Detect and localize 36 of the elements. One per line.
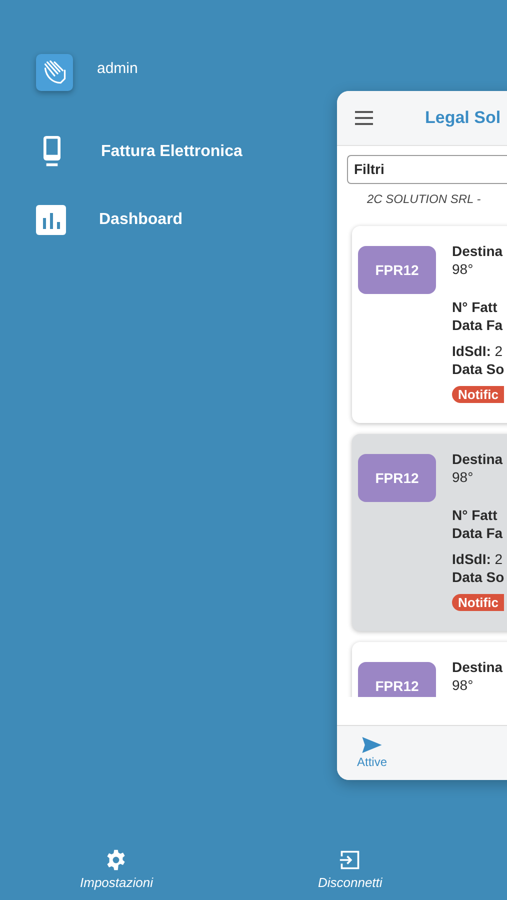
- card-text: IdSdI: 2: [452, 342, 504, 360]
- invoice-card[interactable]: FPR12 Destina 98°: [352, 642, 507, 697]
- send-icon: [362, 737, 382, 753]
- menu-item[interactable]: Fattura Elettronica: [101, 143, 242, 161]
- company-name: 2C SOLUTION SRL -: [367, 192, 482, 206]
- card-text: Destina: [452, 658, 503, 676]
- app-title: Legal Sol: [425, 108, 501, 128]
- status-tag: Notific: [452, 386, 504, 403]
- footer-button[interactable]: Impostazioni: [80, 849, 153, 890]
- card-text: 98°: [452, 260, 474, 278]
- card-text: N° Fatt: [452, 298, 498, 316]
- document-type-tag: FPR12: [358, 246, 436, 294]
- card-text: Destina: [452, 450, 504, 468]
- document-type-tag: FPR12: [358, 662, 436, 697]
- bar-chart-icon: [36, 205, 66, 235]
- card-text: Data So: [452, 568, 504, 586]
- card-text: Data Fa: [452, 524, 504, 542]
- invoice-card[interactable]: FPR12 Destina 98° N° Fatt Data Fa IdSdI: 2 Data So Notific: [352, 226, 507, 423]
- user-name: admin: [97, 60, 138, 77]
- filter-field[interactable]: Filtri: [347, 155, 507, 184]
- menu-icon[interactable]: [355, 111, 373, 125]
- card-text: IdSdI: 2: [452, 550, 504, 568]
- footer-button[interactable]: Disconnetti: [318, 849, 382, 890]
- settings-icon: [105, 849, 128, 871]
- card-text: 98°: [452, 468, 474, 486]
- card-text: Data Fa: [452, 316, 504, 334]
- status-tag: Notific: [452, 594, 504, 611]
- card-text: Data So: [452, 360, 504, 378]
- invoice-card[interactable]: FPR12 Destina 98° N° Fatt Data Fa IdSdI: 2 Data So Notific: [352, 434, 507, 631]
- logout-icon: [339, 849, 362, 871]
- document-type-tag: FPR12: [358, 454, 436, 502]
- card-text: N° Fatt: [452, 506, 498, 524]
- hand-logo-icon: [36, 54, 73, 91]
- card-text: 98°: [452, 676, 474, 694]
- menu-item[interactable]: Dashboard: [99, 211, 183, 229]
- card-text: Destina: [452, 242, 504, 260]
